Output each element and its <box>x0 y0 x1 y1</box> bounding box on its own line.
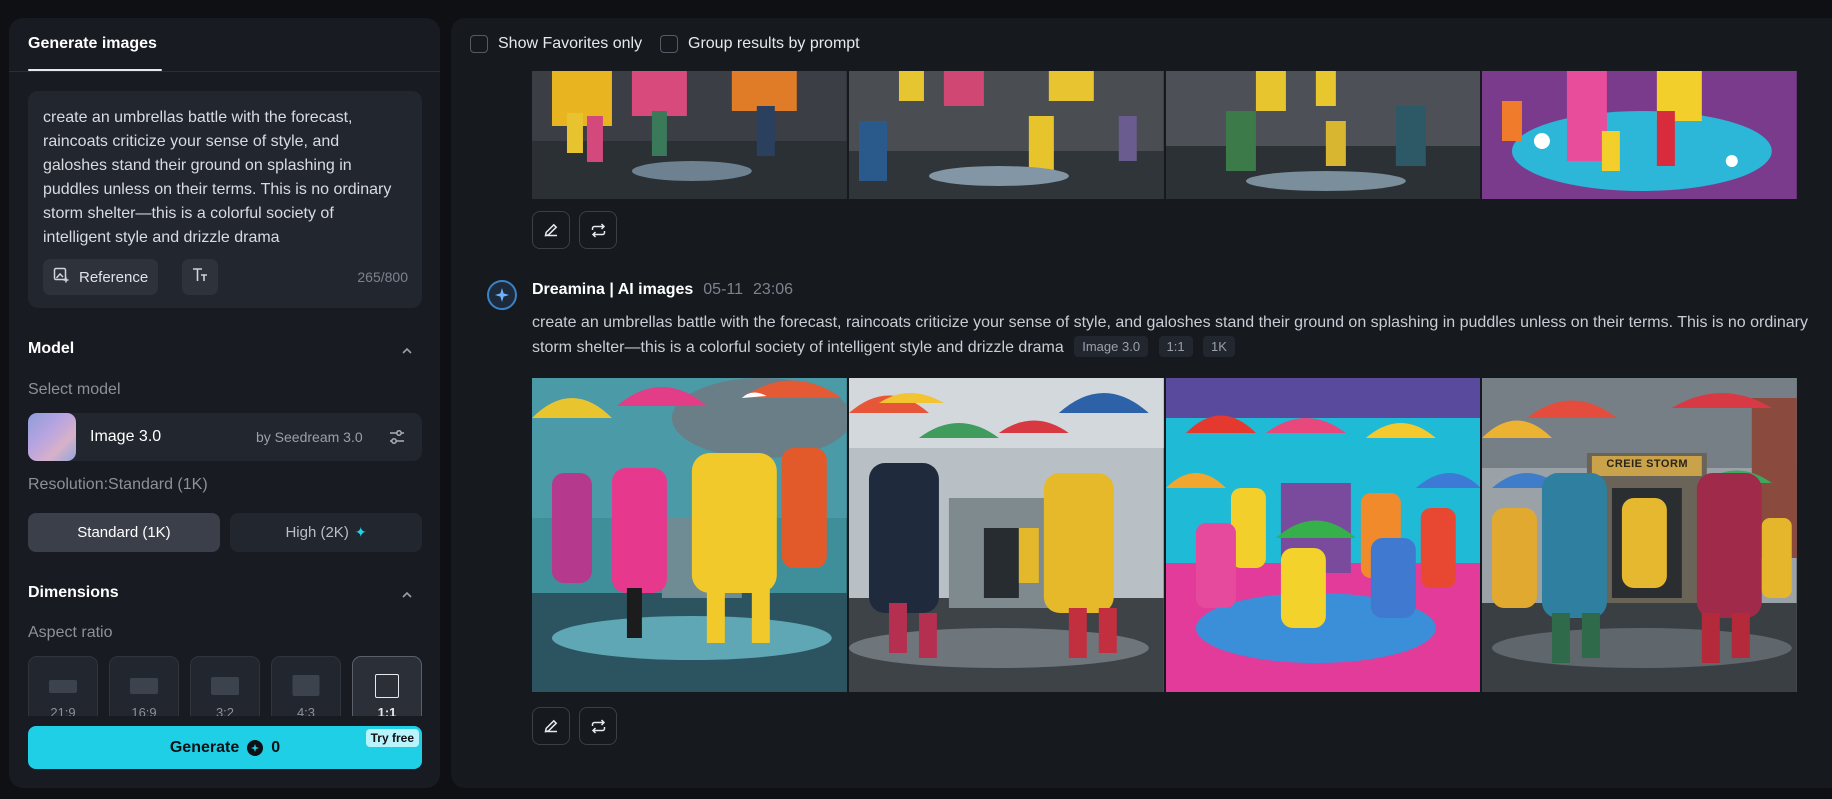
resolution-chip: 1K <box>1203 336 1235 357</box>
char-counter: 265/800 <box>357 269 408 285</box>
favorites-filter[interactable]: Show Favorites only <box>470 35 642 53</box>
favorites-filter-label: Show Favorites only <box>498 35 643 52</box>
generated-image-4[interactable]: CREIE STORM <box>1482 378 1797 692</box>
aspect-ratio-label: Aspect ratio <box>28 624 113 641</box>
repeat-icon <box>591 718 605 734</box>
tab-active-indicator <box>28 69 162 71</box>
ratio-shape <box>375 674 399 698</box>
ratio-option-4-3[interactable]: 4:3 <box>271 656 341 716</box>
panel-tabs: Generate images <box>9 18 440 72</box>
group-filter[interactable]: Group results by prompt <box>660 35 860 53</box>
ratio-shape <box>211 677 239 695</box>
ratio-shape <box>292 675 320 696</box>
favorites-checkbox[interactable] <box>470 35 488 53</box>
pencil-icon <box>544 223 558 237</box>
ratio-label: 21:9 <box>50 705 76 716</box>
generate-button[interactable]: Generate 0 Try free <box>28 726 422 769</box>
generate-panel: Generate images create an umbrellas batt… <box>9 18 440 788</box>
generated-image-1[interactable] <box>532 378 847 692</box>
generation-time: 23:06 <box>753 281 794 298</box>
edit-button[interactable] <box>532 707 570 745</box>
reference-label: Reference <box>79 268 149 286</box>
resolution-high-button[interactable]: High (2K) ✦ <box>230 513 422 552</box>
previous-image-3[interactable] <box>1165 71 1481 199</box>
reference-button[interactable]: Reference <box>43 259 159 295</box>
generate-label: Generate <box>169 738 240 756</box>
resolution-high-label: High (2K) <box>285 524 349 541</box>
pencil-icon <box>544 719 558 733</box>
dreamina-star-icon <box>495 288 509 302</box>
ratio-shape <box>49 680 77 693</box>
repeat-icon <box>591 222 605 238</box>
text-style-button[interactable] <box>182 259 218 295</box>
credit-icon <box>247 739 264 756</box>
generated-image-3[interactable] <box>1165 378 1481 692</box>
bot-avatar <box>487 280 517 310</box>
resolution-label: Resolution:Standard (1K) <box>28 476 208 493</box>
ratio-label: 16:9 <box>131 705 157 716</box>
resolution-standard-button[interactable]: Standard (1K) <box>28 513 220 552</box>
tab-generate-images[interactable]: Generate images <box>28 35 157 53</box>
previous-image-4[interactable] <box>1482 71 1797 199</box>
model-thumbnail <box>28 413 76 461</box>
generation-date: 05-11 <box>703 281 744 298</box>
group-filter-label: Group results by prompt <box>688 35 860 52</box>
resolution-standard-label: Standard (1K) <box>77 524 171 541</box>
ratio-label: 3:2 <box>215 705 235 716</box>
select-model-label: Select model <box>28 381 121 398</box>
sliders-icon[interactable] <box>388 428 406 446</box>
ratio-option-3-2[interactable]: 3:2 <box>190 656 260 716</box>
prompt-text[interactable]: create an umbrellas battle with the fore… <box>43 106 403 250</box>
ratio-chip: 1:1 <box>1158 336 1193 357</box>
previous-image-strip <box>532 71 1797 199</box>
ratio-option-16-9[interactable]: 16:9 <box>109 656 179 716</box>
generate-cost: 0 <box>271 738 281 756</box>
previous-image-2[interactable] <box>848 71 1164 199</box>
storm-sign: CREIE STORM <box>1606 458 1689 470</box>
model-name: Image 3.0 <box>90 428 162 445</box>
dimensions-section-title: Dimensions <box>28 584 119 601</box>
ratio-label: 4:3 <box>296 705 316 716</box>
model-section-title: Model <box>28 340 75 357</box>
generation-author: Dreamina | AI images <box>532 281 694 298</box>
results-panel: Show Favorites only Group results by pro… <box>451 18 1832 788</box>
edit-button[interactable] <box>532 211 570 249</box>
generated-image-strip: CREIE STORM <box>532 378 1797 692</box>
generated-image-2[interactable] <box>848 378 1164 692</box>
ratio-option-21-9[interactable]: 21:9 <box>28 656 98 716</box>
aspect-ratio-options: 21:9 16:9 3:2 4:3 1:1 <box>28 656 422 716</box>
ratio-shape <box>130 678 158 694</box>
model-selector[interactable]: Image 3.0 by Seedream 3.0 <box>28 413 422 461</box>
app-root: Generate images create an umbrellas batt… <box>0 0 1832 799</box>
image-add-icon <box>53 267 70 288</box>
model-provider: by Seedream 3.0 <box>256 429 363 445</box>
prompt-input[interactable]: create an umbrellas battle with the fore… <box>28 91 422 308</box>
try-free-badge: Try free <box>365 729 419 747</box>
sparkle-icon: ✦ <box>354 524 367 540</box>
regenerate-button[interactable] <box>579 211 617 249</box>
text-size-icon <box>191 266 209 289</box>
ratio-option-1-1[interactable]: 1:1 <box>352 656 422 716</box>
generation-header: Dreamina | AI images 05-11 23:06 <box>532 281 793 299</box>
model-chip: Image 3.0 <box>1074 336 1149 357</box>
ratio-label: 1:1 <box>377 705 397 716</box>
previous-image-1[interactable] <box>532 71 847 199</box>
chevron-up-icon[interactable] <box>400 344 414 358</box>
group-checkbox[interactable] <box>660 35 678 53</box>
regenerate-button[interactable] <box>579 707 617 745</box>
generation-prompt: create an umbrellas battle with the fore… <box>532 310 1822 360</box>
chevron-up-icon[interactable] <box>400 588 414 602</box>
